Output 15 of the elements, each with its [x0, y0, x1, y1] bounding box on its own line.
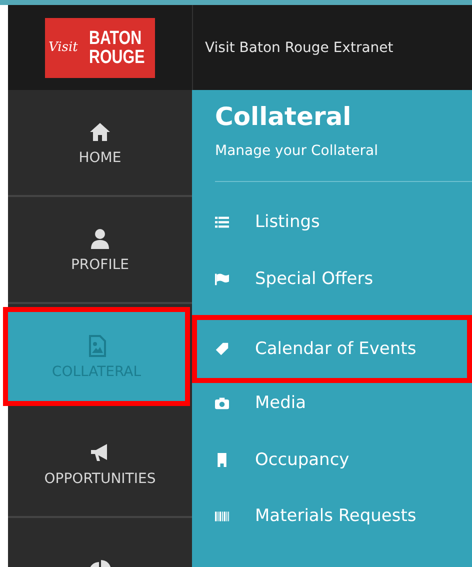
menu-item[interactable]: Occupancy [215, 432, 472, 488]
flag-icon [215, 272, 229, 286]
menu-item[interactable]: Materials Requests [215, 488, 472, 544]
list-icon [215, 215, 229, 230]
site-title: Visit Baton Rouge Extranet [204, 40, 394, 56]
page-subtitle: Manage your Collateral [215, 143, 380, 159]
menu-item[interactable]: Special Offers [215, 250, 472, 307]
menu-item[interactable]: Calendar of Events [192, 315, 472, 383]
barcode-icon [215, 509, 229, 524]
menu-item[interactable]: Listings [215, 194, 472, 250]
camera-icon [215, 396, 229, 410]
tag-icon [215, 342, 229, 356]
building-icon [215, 452, 229, 467]
page-title: Collateral [215, 102, 352, 131]
user-icon [88, 226, 112, 250]
